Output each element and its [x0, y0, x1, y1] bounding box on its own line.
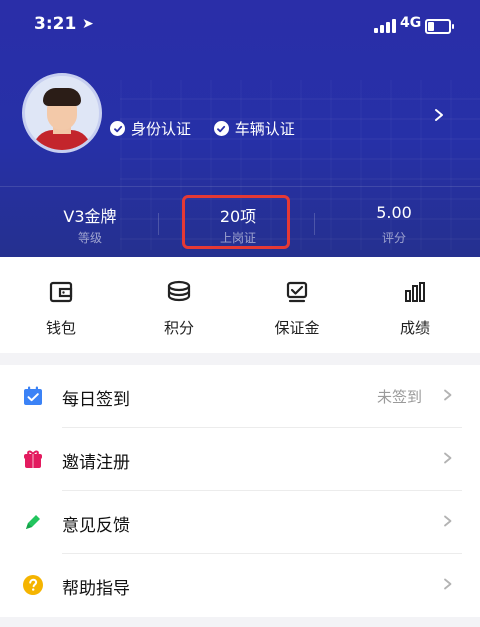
quick-wallet-label: 钱包 [45, 319, 76, 337]
profile-header: 3:21 ➤ 4G 身份认证 车辆认证 V3金牌 等级 20项 上岗证 5.00… [0, 0, 480, 257]
menu-row-checkin[interactable]: 每日签到 未签到 [0, 365, 480, 428]
stat-rating-value: 5.00 [376, 203, 412, 222]
status-bar: 3:21 ➤ 4G [0, 14, 480, 36]
menu-checkin-status: 未签到 [376, 388, 422, 406]
menu-invite-label: 邀请注册 [62, 453, 130, 473]
wallet-icon [49, 281, 73, 303]
status-time: 3:21 [34, 14, 77, 34]
quick-scores[interactable]: 成绩 [370, 277, 460, 347]
deposit-icon [286, 281, 308, 303]
menu-help-label: 帮助指导 [62, 579, 130, 599]
battery-icon [425, 19, 454, 34]
calendar-check-icon [24, 386, 42, 405]
help-icon [23, 575, 43, 595]
network-label: 4G [400, 15, 422, 31]
quick-points[interactable]: 积分 [134, 277, 224, 347]
avatar[interactable] [22, 73, 102, 153]
menu-checkin-label: 每日签到 [62, 390, 130, 410]
check-icon [110, 121, 125, 136]
quick-deposit-label: 保证金 [274, 319, 320, 337]
verification-badges: 身份认证 车辆认证 [110, 118, 313, 139]
stat-level[interactable]: V3金牌 等级 [20, 187, 160, 257]
user-name-blurred [112, 82, 282, 102]
chevron-right-icon[interactable] [432, 108, 446, 122]
location-arrow-icon: ➤ [82, 16, 94, 32]
quick-deposit[interactable]: 保证金 [252, 277, 342, 347]
chevron-right-icon [444, 389, 452, 401]
chevron-right-icon [444, 578, 452, 590]
badge-identity-label: 身份认证 [131, 120, 192, 138]
quick-actions: 钱包 积分 保证金 成绩 [0, 257, 480, 353]
section-gap [0, 353, 480, 365]
pencil-icon [26, 515, 40, 529]
quick-points-label: 积分 [163, 319, 194, 337]
chevron-right-icon [444, 515, 452, 527]
bar-chart-icon [405, 282, 425, 302]
menu-row-help[interactable]: 帮助指导 [0, 554, 480, 617]
coins-icon [167, 280, 191, 302]
bottom-gap [0, 617, 480, 627]
menu-row-invite[interactable]: 邀请注册 [0, 428, 480, 491]
gift-icon [24, 450, 42, 468]
chevron-right-icon [444, 452, 452, 464]
menu-row-feedback[interactable]: 意见反馈 [0, 491, 480, 554]
stat-rating[interactable]: 5.00 评分 [324, 187, 464, 257]
menu-list: 每日签到 未签到 邀请注册 意见反馈 帮助指导 [0, 365, 480, 617]
menu-feedback-label: 意见反馈 [62, 516, 130, 536]
stats-divider [314, 213, 315, 235]
quick-wallet[interactable]: 钱包 [16, 277, 106, 347]
stat-level-value: V3金牌 [63, 207, 117, 226]
badge-identity: 身份认证 [110, 118, 191, 139]
stat-level-label: 等级 [77, 231, 102, 245]
badge-vehicle-label: 车辆认证 [234, 120, 295, 138]
badge-vehicle: 车辆认证 [213, 118, 295, 139]
check-icon [213, 121, 229, 136]
stats-divider [158, 213, 159, 235]
stat-rating-label: 评分 [381, 231, 406, 245]
highlight-box [182, 195, 290, 249]
quick-scores-label: 成绩 [399, 319, 430, 337]
signal-icon [374, 19, 396, 33]
